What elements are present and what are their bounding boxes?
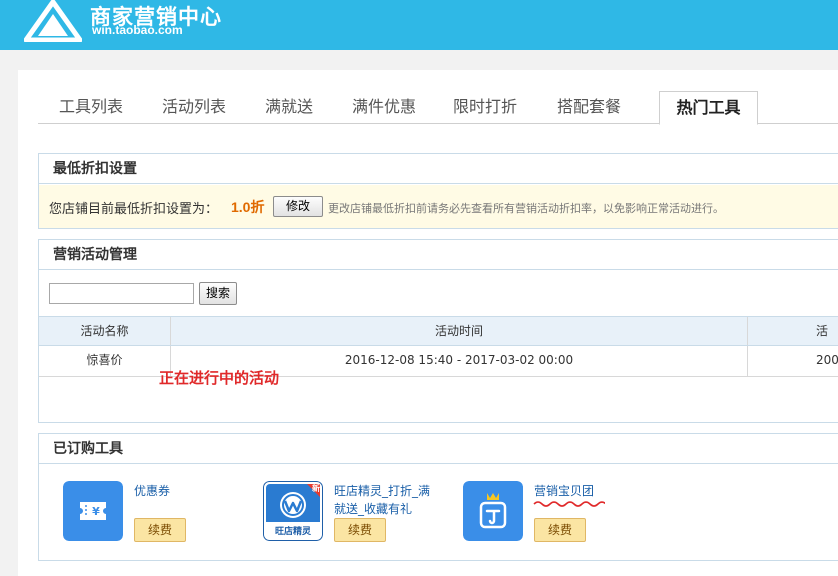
min-discount-heading: 最低折扣设置 xyxy=(39,154,838,184)
tab-man-jian-youhui[interactable]: 满件优惠 xyxy=(334,91,434,124)
discount-label: 您店铺目前最低折扣设置为： xyxy=(49,202,219,217)
renew-button[interactable]: 续费 xyxy=(534,518,586,542)
renew-button[interactable]: 续费 xyxy=(134,518,186,542)
discount-notice: 您店铺目前最低折扣设置为： 1.0折 修改 更改店铺最低折扣前请务必先查看所有营… xyxy=(39,185,838,228)
new-badge: 新 xyxy=(312,484,320,493)
tool-icon-caption: 旺店精灵 xyxy=(274,527,311,537)
tool-name-line-1: 旺店精灵_打折_满 xyxy=(334,484,431,498)
table-header: 活动名称 活动时间 活 xyxy=(39,316,838,346)
col-activity-name: 活动名称 xyxy=(39,317,171,345)
edit-discount-button[interactable]: 修改 xyxy=(273,196,323,217)
tab-bundle-package[interactable]: 搭配套餐 xyxy=(536,91,642,124)
tool-name[interactable]: 营销宝贝团 xyxy=(534,482,644,500)
red-wavy-underline xyxy=(533,501,605,507)
activity-extra-cell: 200 xyxy=(816,353,838,367)
discount-value: 1.0折 xyxy=(231,199,265,215)
activity-name-cell: 惊喜价 xyxy=(39,346,171,376)
tab-activity-list[interactable]: 活动列表 xyxy=(144,91,244,124)
col-activity-extra: 活 xyxy=(816,324,829,338)
header-subtitle: win.taobao.com xyxy=(92,23,183,37)
min-discount-panel: 最低折扣设置 您店铺目前最低折扣设置为： 1.0折 修改 更改店铺最低折扣前请务… xyxy=(38,153,838,229)
activity-management-panel: 营销活动管理 搜索 活动名称 活动时间 活 惊喜价 2016-12-08 15:… xyxy=(38,239,838,423)
tab-man-jiu-song[interactable]: 满就送 xyxy=(244,91,334,124)
tab-tool-list[interactable]: 工具列表 xyxy=(38,91,144,124)
purchased-tools-heading: 已订购工具 xyxy=(39,434,838,464)
tab-limited-discount[interactable]: 限时打折 xyxy=(434,91,536,124)
ongoing-activity-annotation: 正在进行中的活动 xyxy=(159,369,280,387)
coupon-icon[interactable]: ¥ xyxy=(63,481,123,541)
activity-search-input[interactable] xyxy=(49,283,194,304)
tool-name-line-2: 就送_收藏有礼 xyxy=(334,502,413,516)
renew-button[interactable]: 续费 xyxy=(334,518,386,542)
activity-management-heading: 营销活动管理 xyxy=(39,240,838,270)
tab-hot-tools[interactable]: 热门工具 xyxy=(659,91,758,125)
marketing-group-icon[interactable] xyxy=(463,481,523,541)
top-header: 商家营销中心 win.taobao.com xyxy=(0,0,838,50)
search-button[interactable]: 搜索 xyxy=(199,282,237,305)
tool-name[interactable]: 优惠券 xyxy=(134,482,244,500)
main-content: 工具列表 活动列表 满就送 满件优惠 限时打折 搭配套餐 热门工具 最低折扣设置… xyxy=(18,70,838,576)
discount-tip: 更改店铺最低折扣前请务必先查看所有营销活动折扣率，以免影响正常活动进行。 xyxy=(328,202,724,215)
logo-triangle-icon xyxy=(24,0,82,42)
svg-text:¥: ¥ xyxy=(92,505,100,518)
tab-bar: 工具列表 活动列表 满就送 满件优惠 限时打折 搭配套餐 热门工具 xyxy=(38,91,838,125)
purchased-tools-panel: 已订购工具 ¥ 优惠券 续费 新 旺店精灵 旺店精灵_打折_满 就送_收藏有礼 … xyxy=(38,433,838,561)
col-activity-time: 活动时间 xyxy=(171,317,748,345)
tool-name[interactable]: 旺店精灵_打折_满 就送_收藏有礼 xyxy=(334,482,444,518)
